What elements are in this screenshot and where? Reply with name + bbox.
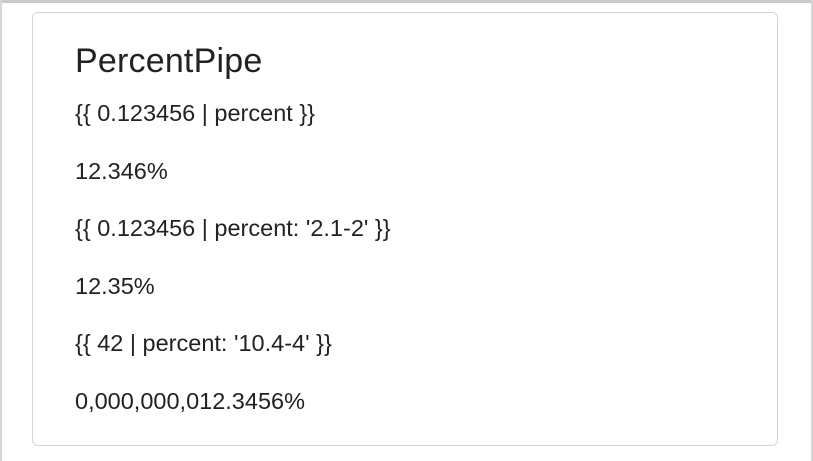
pipe-result-default: 12.346% [75, 158, 168, 184]
pipe-expression-digits-2-1-2: {{ 0.123456 | percent: '2.1-2' }} [75, 215, 391, 241]
window-left-border [0, 0, 2, 461]
pipe-expression-digits-10-4-4: {{ 42 | percent: '10.4-4' }} [75, 330, 332, 356]
pipe-expression-default: {{ 0.123456 | percent }} [75, 100, 316, 126]
pipe-result-digits-10-4-4: 0,000,000,012.3456% [75, 388, 305, 414]
card-title: PercentPipe [75, 42, 263, 80]
percent-pipe-card: PercentPipe {{ 0.123456 | percent }} 12.… [32, 12, 778, 446]
window-top-border [0, 0, 813, 3]
pipe-result-digits-2-1-2: 12.35% [75, 273, 155, 299]
